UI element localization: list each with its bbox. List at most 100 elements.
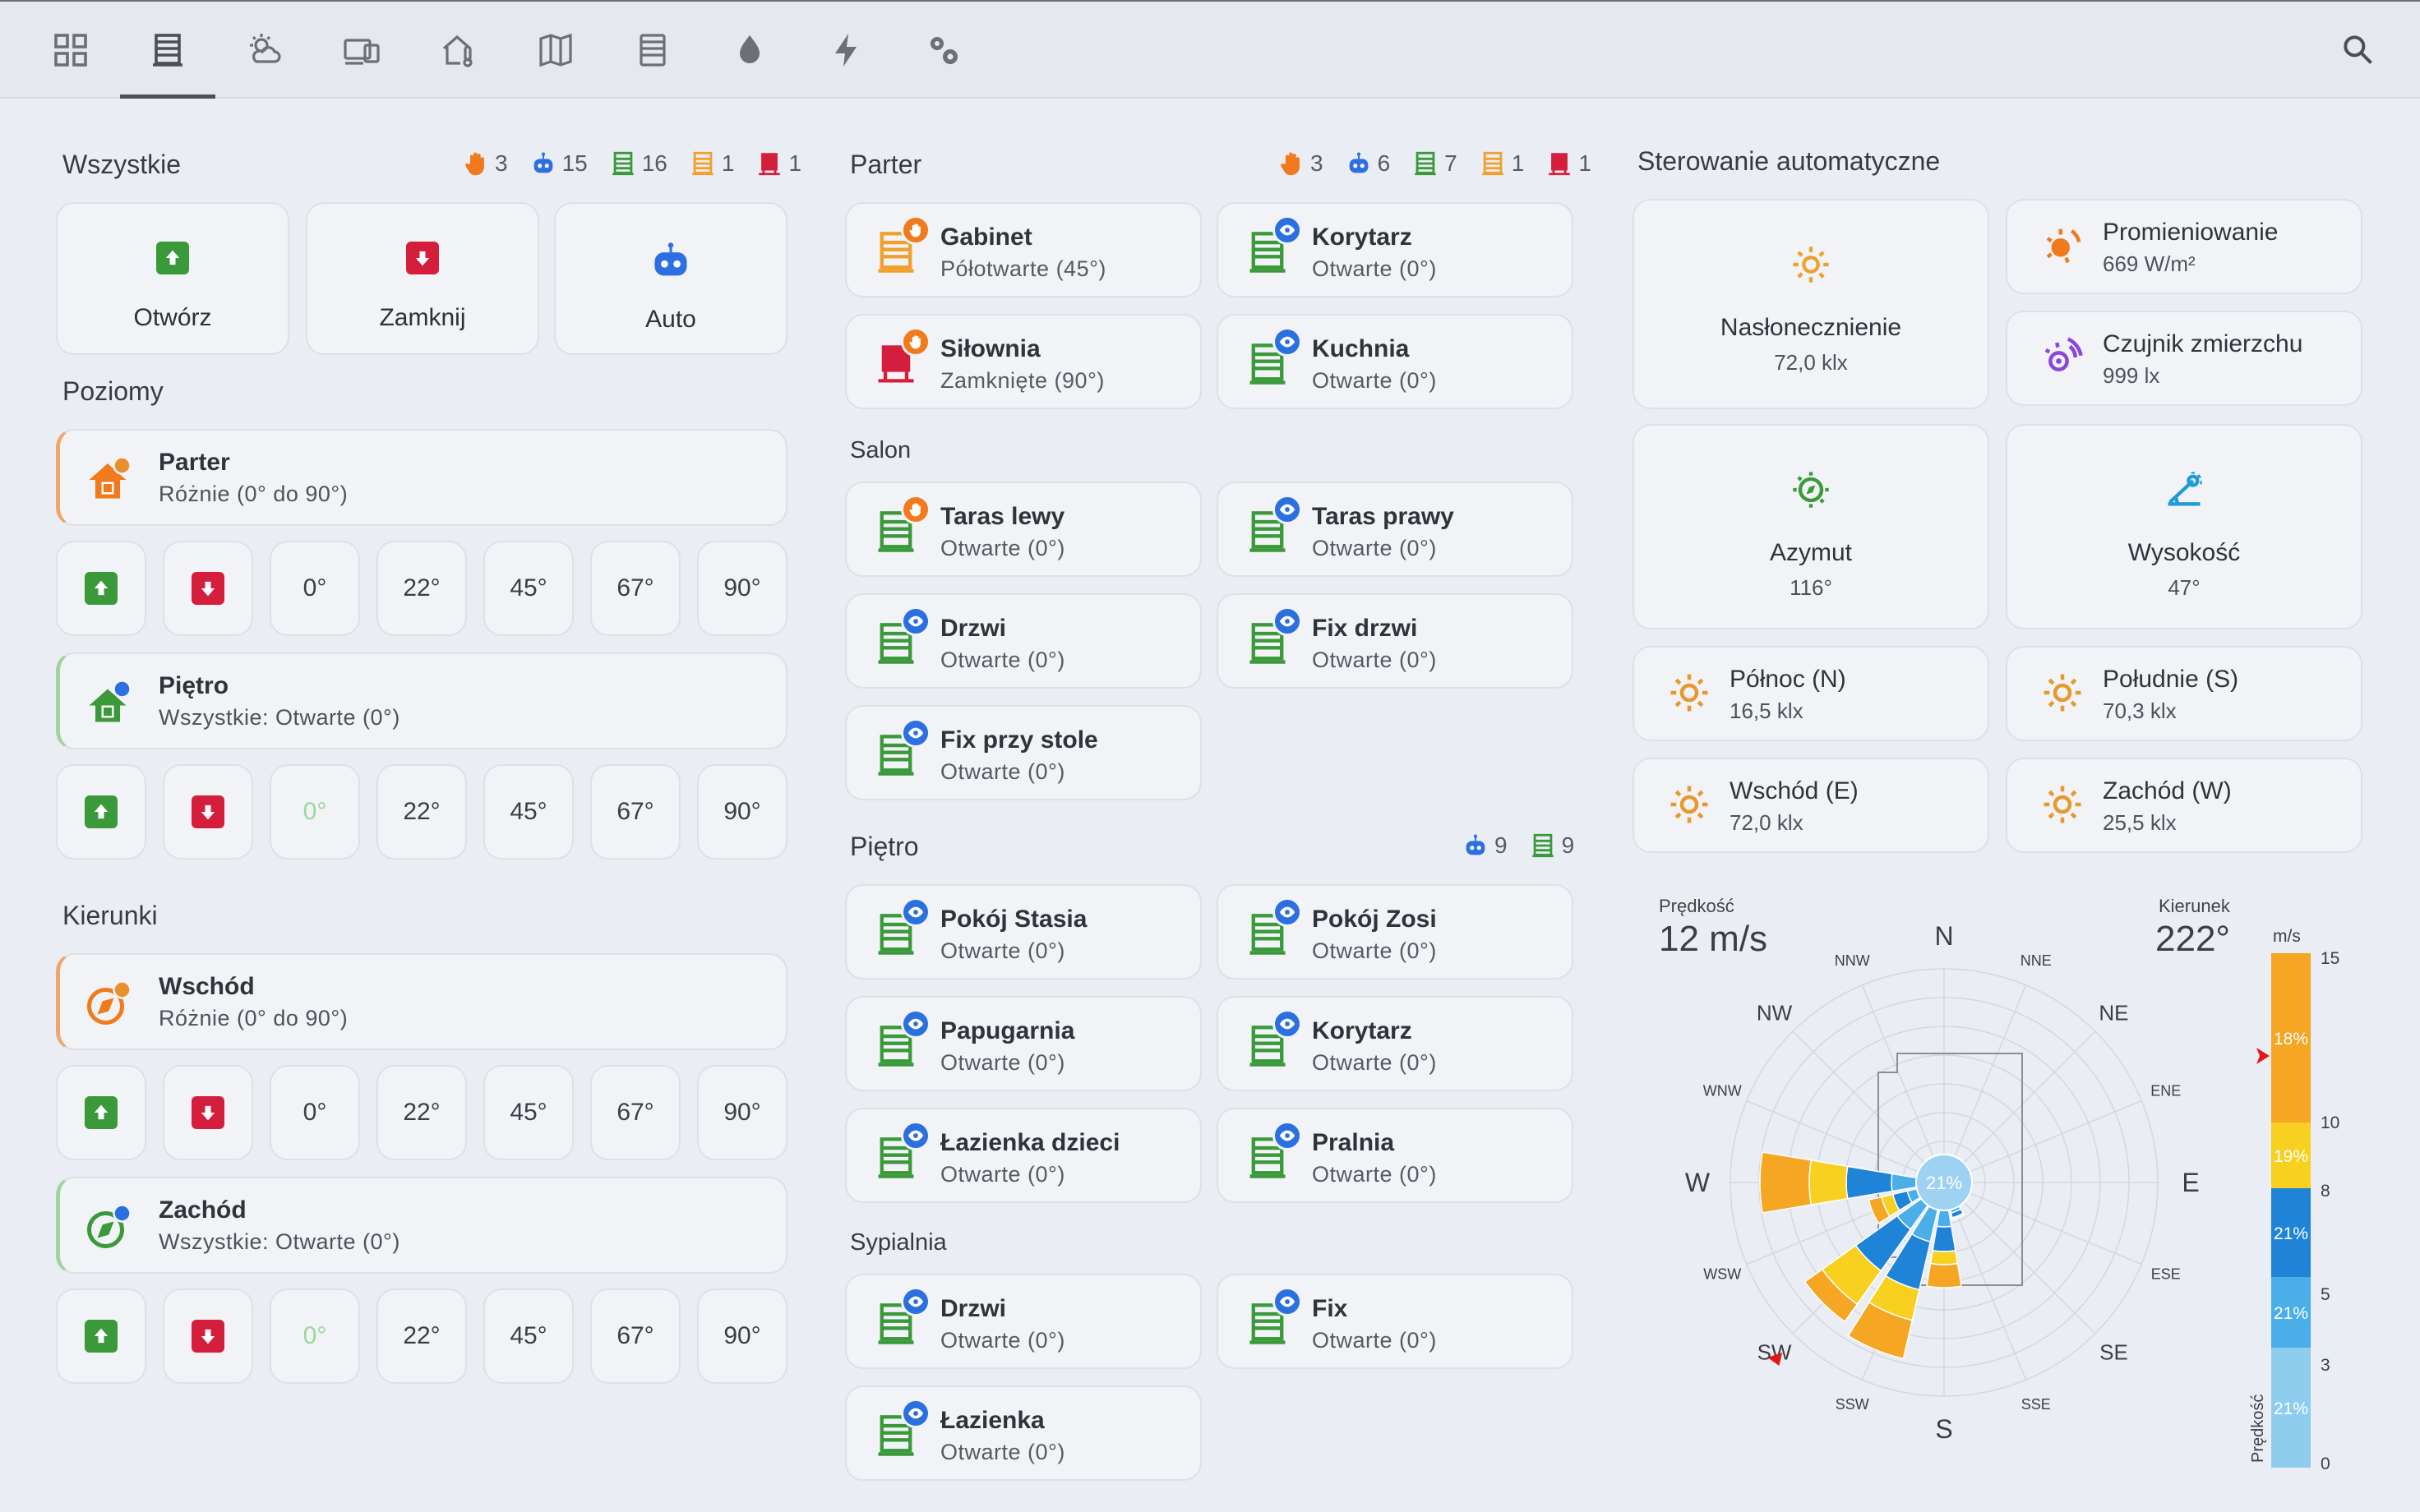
angle-label: 0° xyxy=(302,574,327,602)
blind-card-sypialnia-0[interactable]: Drzwi Otwarte (0°) xyxy=(845,1274,1202,1369)
top-navigation xyxy=(0,0,2420,99)
sensor-card-direction-6[interactable]: Południe (S) 70,3 klx xyxy=(2006,646,2362,741)
sensor-card-direction-7[interactable]: Wschód (E) 72,0 klx xyxy=(1633,758,1989,853)
close-button[interactable] xyxy=(163,1288,253,1384)
close-button[interactable] xyxy=(163,764,253,860)
group-card-ground[interactable]: Parter Różnie (0° do 90°) xyxy=(56,429,787,526)
tab-heating[interactable] xyxy=(605,2,700,99)
blind-card-sypialnia-1[interactable]: Fix Otwarte (0°) xyxy=(1217,1274,1573,1369)
close-button[interactable] xyxy=(163,541,253,636)
blinds-icon xyxy=(153,34,182,67)
tab-home-climate[interactable] xyxy=(411,2,506,99)
scale-tick: 3 xyxy=(2321,1356,2330,1375)
tab-map[interactable] xyxy=(508,2,603,99)
angle-button[interactable]: 90° xyxy=(697,764,787,860)
angle-button[interactable]: 0° xyxy=(270,1288,360,1384)
blind-card-salon-1[interactable]: Taras prawy Otwarte (0°) xyxy=(1217,482,1573,577)
angle-button[interactable]: 0° xyxy=(270,764,360,860)
pietro-stats: 9 9 xyxy=(1440,832,1574,860)
compass-label: SSE xyxy=(2021,1396,2051,1413)
hand-icon xyxy=(465,152,484,176)
sensor-card-radiation[interactable]: Promieniowanie 669 W/m² xyxy=(2006,199,2362,294)
blind-card-pietro-1[interactable]: Pokój Zosi Otwarte (0°) xyxy=(1217,884,1573,980)
sensor-card-direction-5[interactable]: Północ (N) 16,5 klx xyxy=(1633,646,1989,741)
angle-button[interactable]: 0° xyxy=(270,541,360,636)
blind-name: Pokój Stasia xyxy=(940,906,1088,933)
blind-card-pietro-5[interactable]: Pralnia Otwarte (0°) xyxy=(1217,1108,1573,1203)
tab-blinds[interactable] xyxy=(120,2,215,99)
blind-card-pietro-3[interactable]: Korytarz Otwarte (0°) xyxy=(1217,996,1573,1091)
angle-button[interactable]: 67° xyxy=(590,541,681,636)
grid-icon xyxy=(54,34,87,67)
angle-button[interactable]: 22° xyxy=(376,764,467,860)
angle-label: 45° xyxy=(510,1322,547,1349)
angle-button[interactable]: 90° xyxy=(697,1065,787,1160)
tab-energy[interactable] xyxy=(799,2,894,99)
angle-button[interactable]: 45° xyxy=(483,764,574,860)
tab-weather[interactable] xyxy=(217,2,312,99)
angle-button[interactable]: 67° xyxy=(590,1065,681,1160)
blind-state: Otwarte (0°) xyxy=(1312,1162,1437,1187)
angle-button[interactable]: 45° xyxy=(483,541,574,636)
blind-card-salon-0[interactable]: Taras lewy Otwarte (0°) xyxy=(845,482,1202,577)
open-button[interactable] xyxy=(56,541,146,636)
sensor-card-dusk[interactable]: Czujnik zmierzchu 999 lx xyxy=(2006,311,2362,406)
auto-all-button[interactable]: Auto xyxy=(554,202,787,355)
group-card-floor[interactable]: Piętro Wszystkie: Otwarte (0°) xyxy=(56,652,787,749)
angle-button[interactable]: 67° xyxy=(590,1288,681,1384)
blind-name: Fix przy stole xyxy=(940,726,1098,754)
open-button[interactable] xyxy=(56,764,146,860)
blind-card-pietro-0[interactable]: Pokój Stasia Otwarte (0°) xyxy=(845,884,1202,980)
angle-label: 67° xyxy=(617,1099,654,1126)
blind-open-icon xyxy=(1415,151,1436,176)
angle-button[interactable]: 22° xyxy=(376,541,467,636)
sensor-card-elevation[interactable]: Wysokość 47° xyxy=(2006,424,2362,629)
angle-label: 45° xyxy=(510,1099,547,1126)
blind-card-parter-1[interactable]: Korytarz Otwarte (0°) xyxy=(1217,202,1573,297)
blind-card-salon-2[interactable]: Drzwi Otwarte (0°) xyxy=(845,593,1202,689)
blind-card-salon-3[interactable]: Fix drzwi Otwarte (0°) xyxy=(1217,593,1573,689)
open-button[interactable] xyxy=(56,1288,146,1384)
blind-card-parter-0[interactable]: Gabinet Półotwarte (45°) xyxy=(845,202,1202,297)
tab-water[interactable] xyxy=(702,2,797,99)
tab-devices[interactable] xyxy=(314,2,409,99)
close-button[interactable] xyxy=(163,1065,253,1160)
blind-card-pietro-4[interactable]: Łazienka dzieci Otwarte (0°) xyxy=(845,1108,1202,1203)
blind-card-sypialnia-2[interactable]: Łazienka Otwarte (0°) xyxy=(845,1385,1202,1481)
blind-card-parter-2[interactable]: Siłownia Zamknięte (90°) xyxy=(845,314,1202,409)
sensor-card-direction-8[interactable]: Zachód (W) 25,5 klx xyxy=(2006,758,2362,853)
sensor-card-azimuth[interactable]: Azymut 116° xyxy=(1633,424,1989,629)
angle-button[interactable]: 67° xyxy=(590,764,681,860)
blind-state: Otwarte (0°) xyxy=(1312,536,1437,560)
angle-button[interactable]: 22° xyxy=(376,1065,467,1160)
blind-card-salon-4[interactable]: Fix przy stole Otwarte (0°) xyxy=(845,705,1202,800)
search-button[interactable] xyxy=(2335,26,2381,72)
tab-overview[interactable] xyxy=(23,2,118,99)
blind-card-pietro-2[interactable]: Papugarnia Otwarte (0°) xyxy=(845,996,1202,1091)
close-all-button[interactable]: Zamknij xyxy=(306,202,539,355)
section-title-salon: Salon xyxy=(850,437,912,463)
sensor-card-illuminance[interactable]: Nasłonecznienie 72,0 klx xyxy=(1633,199,1989,409)
group-card-east[interactable]: Wschód Różnie (0° do 90°) xyxy=(56,953,787,1050)
angle-button[interactable]: 22° xyxy=(376,1288,467,1384)
group-card-west[interactable]: Zachód Wszystkie: Otwarte (0°) xyxy=(56,1177,787,1274)
group-state: Wszystkie: Otwarte (0°) xyxy=(159,1229,400,1254)
open-button[interactable] xyxy=(56,1065,146,1160)
angle-button[interactable]: 90° xyxy=(697,541,787,636)
eye-icon xyxy=(1272,327,1302,357)
group-name: Wschód xyxy=(159,973,255,1000)
blind-state: Zamknięte (90°) xyxy=(940,368,1105,393)
eye-icon xyxy=(1272,1009,1302,1039)
compass-icon xyxy=(87,1204,132,1248)
open-all-button[interactable]: Otwórz xyxy=(56,202,289,355)
robot-icon xyxy=(533,152,552,173)
angle-button[interactable]: 45° xyxy=(483,1288,574,1384)
home-blinds-icon xyxy=(89,456,132,499)
angle-button[interactable]: 0° xyxy=(270,1065,360,1160)
angle-button[interactable]: 90° xyxy=(697,1288,787,1384)
blind-card-parter-3[interactable]: Kuchnia Otwarte (0°) xyxy=(1217,314,1573,409)
tab-settings[interactable] xyxy=(896,2,991,99)
blind-open-icon xyxy=(612,151,634,176)
angle-button[interactable]: 45° xyxy=(483,1065,574,1160)
blind-state: Otwarte (0°) xyxy=(940,938,1065,963)
